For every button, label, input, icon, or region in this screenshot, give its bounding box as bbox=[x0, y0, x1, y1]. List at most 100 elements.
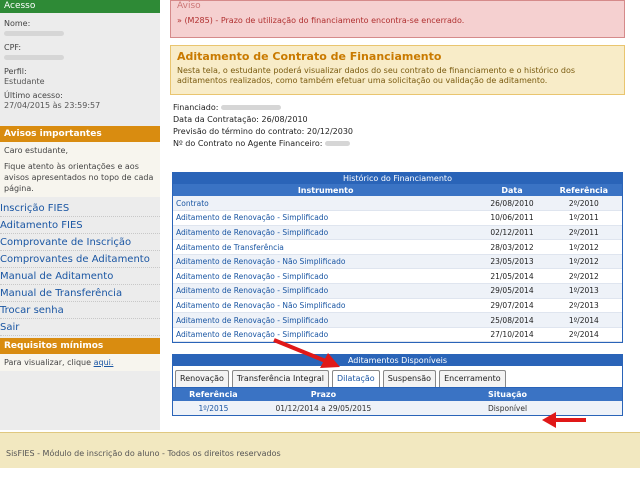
col-instrumento: Instrumento bbox=[173, 184, 479, 196]
nav-manual-transferencia[interactable]: Manual de Transferência bbox=[0, 285, 160, 302]
tab-suspensao[interactable]: Suspensão bbox=[382, 370, 437, 387]
data-cell: 10/06/2011 bbox=[478, 210, 546, 226]
ref-cell: 2º/2012 bbox=[545, 268, 622, 285]
data-cell: 21/05/2014 bbox=[478, 268, 546, 285]
contrato-label: Nº do Contrato no Agente Financeiro: bbox=[173, 139, 323, 148]
table-row: Contrato 26/08/2010 2º/2010 bbox=[173, 196, 622, 212]
ref-cell: 2º/2013 bbox=[545, 298, 622, 314]
tab-transferencia-integral[interactable]: Transferência Integral bbox=[231, 370, 329, 387]
nav-trocar-senha[interactable]: Trocar senha bbox=[0, 302, 160, 319]
col-referencia: Referência bbox=[173, 388, 254, 401]
footer-text: SisFIES - Módulo de inscrição do aluno -… bbox=[6, 449, 281, 458]
nav-manual-aditamento[interactable]: Manual de Aditamento bbox=[0, 268, 160, 285]
table-row: Aditamento de Renovação - Simplificado 10… bbox=[173, 210, 622, 226]
data-cell: 28/03/2012 bbox=[478, 239, 546, 255]
tabs: Renovação Transferência Integral Dilataç… bbox=[173, 366, 622, 388]
page-header: Aditamento de Contrato de Financiamento … bbox=[170, 45, 625, 95]
ultimo-acesso-label: Último acesso: bbox=[4, 91, 63, 100]
data-cell: 29/07/2014 bbox=[478, 298, 546, 314]
table-row: Aditamento de Renovação - Simplificado 29… bbox=[173, 283, 622, 299]
data-cell: 26/08/2010 bbox=[478, 196, 546, 212]
aditamentos-disponiveis: Aditamentos Disponíveis Renovação Transf… bbox=[172, 354, 623, 416]
disponiveis-title: Aditamentos Disponíveis bbox=[173, 355, 622, 366]
contract-details: Financiado: Data da Contratação: 26/08/2… bbox=[170, 100, 625, 156]
ref-cell: 1º/2013 bbox=[545, 283, 622, 299]
instrumento-cell[interactable]: Aditamento de Renovação - Não Simplifica… bbox=[173, 298, 479, 314]
table-row: Aditamento de Renovação - Não Simplifica… bbox=[173, 254, 622, 270]
instrumento-cell[interactable]: Aditamento de Renovação - Simplificado bbox=[173, 268, 479, 285]
sidebar: Acesso Nome: CPF: Perfil: Estudante Últi… bbox=[0, 0, 160, 430]
ref-cell: 1º/2014 bbox=[545, 312, 622, 328]
instrumento-cell[interactable]: Aditamento de Renovação - Simplificado bbox=[173, 283, 479, 299]
instrumento-cell[interactable]: Aditamento de Renovação - Não Simplifica… bbox=[173, 254, 479, 270]
nav-sair[interactable]: Sair bbox=[0, 319, 160, 336]
ref-cell: 2º/2014 bbox=[545, 327, 622, 343]
page-title: Aditamento de Contrato de Financiamento bbox=[177, 50, 442, 63]
table-row: Aditamento de Renovação - Simplificado 21… bbox=[173, 268, 622, 285]
nome-label: Nome: bbox=[4, 19, 31, 28]
requisitos-title: Requisitos mínimos bbox=[0, 338, 160, 354]
requisitos-link[interactable]: aqui. bbox=[94, 358, 114, 367]
col-situacao: Situação bbox=[393, 388, 622, 401]
alert-title: Aviso bbox=[177, 1, 201, 9]
ref-cell[interactable]: 1º/2015 bbox=[173, 401, 254, 415]
page-description: Nesta tela, o estudante poderá visualiza… bbox=[177, 66, 576, 85]
avisos-title: Avisos importantes bbox=[0, 126, 160, 142]
previsao-termino: Previsão do término do contrato: 20/12/2… bbox=[173, 127, 354, 136]
instrumento-cell[interactable]: Aditamento de Renovação - Simplificado bbox=[173, 210, 479, 226]
ref-cell: 1º/2012 bbox=[545, 239, 622, 255]
tab-encerramento[interactable]: Encerramento bbox=[439, 370, 506, 387]
page-bottom bbox=[0, 468, 640, 488]
data-cell: 29/05/2014 bbox=[478, 283, 546, 299]
requisitos-text: Para visualizar, clique bbox=[4, 358, 92, 367]
ref-cell: 2º/2010 bbox=[545, 196, 622, 212]
ref-cell: 2º/2011 bbox=[545, 225, 622, 241]
avisos-box: Caro estudante, Fique atento às orientaç… bbox=[0, 142, 160, 197]
requisitos-box: Para visualizar, clique aqui. bbox=[0, 354, 160, 371]
col-referencia: Referência bbox=[545, 184, 622, 196]
table-row: Aditamento de Transferência 28/03/2012 1º/… bbox=[173, 239, 622, 255]
perfil-label: Perfil: bbox=[4, 67, 27, 76]
col-data: Data bbox=[478, 184, 546, 196]
contrato-value-redacted bbox=[325, 141, 350, 146]
red-arrow-icon bbox=[273, 338, 340, 368]
data-contratacao: Data da Contratação: 26/08/2010 bbox=[173, 115, 308, 124]
cpf-value-redacted bbox=[4, 53, 156, 63]
nav-inscricao-fies[interactable]: Inscrição FIES bbox=[0, 200, 160, 217]
cpf-label: CPF: bbox=[4, 43, 22, 52]
footer: SisFIES - Módulo de inscrição do aluno -… bbox=[0, 432, 640, 468]
nome-value-redacted bbox=[4, 29, 156, 39]
instrumento-cell[interactable]: Aditamento de Transferência bbox=[173, 239, 479, 255]
data-cell: 02/12/2011 bbox=[478, 225, 546, 241]
historico-table: Histórico do Financiamento Instrumento D… bbox=[172, 172, 623, 344]
alert-message: » (M285) - Prazo de utilização do financ… bbox=[177, 16, 465, 25]
instrumento-cell[interactable]: Contrato bbox=[173, 196, 479, 212]
financiado-label: Financiado: bbox=[173, 103, 219, 112]
financiado-value-redacted bbox=[221, 105, 282, 110]
data-cell: 23/05/2013 bbox=[478, 254, 546, 270]
avisos-text: Fique atento às orientações e aos avisos… bbox=[4, 162, 154, 193]
avisos-greeting: Caro estudante, bbox=[4, 146, 68, 155]
historico-title: Histórico do Financiamento bbox=[173, 173, 622, 184]
table-row: Aditamento de Renovação - Simplificado 25… bbox=[173, 312, 622, 328]
data-cell: 25/08/2014 bbox=[478, 312, 546, 328]
red-arrow-icon bbox=[542, 412, 586, 428]
tab-renovacao[interactable]: Renovação bbox=[175, 370, 229, 387]
instrumento-cell[interactable]: Aditamento de Renovação - Simplificado bbox=[173, 225, 479, 241]
alert-box: Aviso » (M285) - Prazo de utilização do … bbox=[170, 0, 625, 38]
nav-aditamento-fies[interactable]: Aditamento FIES bbox=[0, 217, 160, 234]
tab-dilatacao[interactable]: Dilatação bbox=[331, 370, 380, 387]
table-row: Aditamento de Renovação - Simplificado 02… bbox=[173, 225, 622, 241]
sidebar-nav: Inscrição FIES Aditamento FIES Comprovan… bbox=[0, 200, 160, 336]
ref-cell: 1º/2011 bbox=[545, 210, 622, 226]
user-info: Nome: CPF: Perfil: Estudante Último aces… bbox=[0, 13, 160, 113]
col-prazo: Prazo bbox=[253, 388, 393, 401]
ultimo-acesso-value: 27/04/2015 às 23:59:57 bbox=[4, 101, 101, 110]
nav-comprovantes-aditamento[interactable]: Comprovantes de Aditamento bbox=[0, 251, 160, 268]
instrumento-cell[interactable]: Aditamento de Renovação - Simplificado bbox=[173, 312, 479, 328]
table-row: Aditamento de Renovação - Não Simplifica… bbox=[173, 298, 622, 314]
perfil-value: Estudante bbox=[4, 77, 45, 86]
nav-comprovante-inscricao[interactable]: Comprovante de Inscrição bbox=[0, 234, 160, 251]
access-box-title: Acesso bbox=[0, 0, 160, 13]
ref-cell: 1º/2012 bbox=[545, 254, 622, 270]
